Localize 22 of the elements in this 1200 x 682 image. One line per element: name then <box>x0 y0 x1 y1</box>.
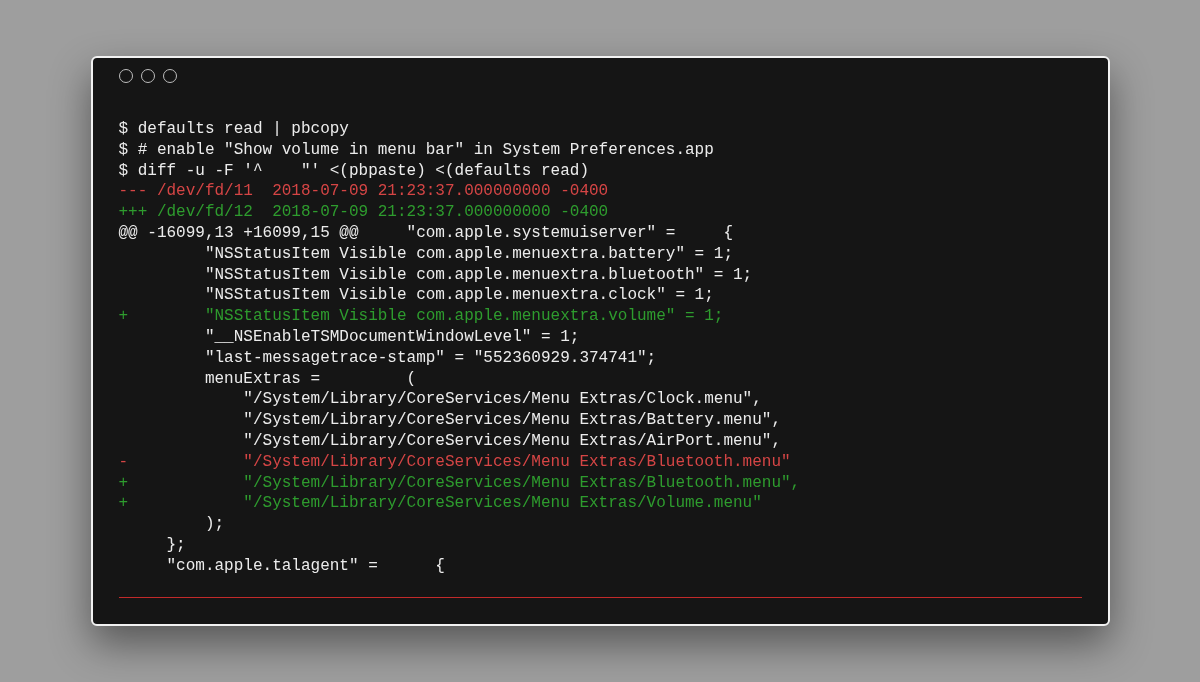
code-line: "/System/Library/CoreServices/Menu Extras/AirPort.menu", <box>242 430 781 452</box>
code-line: "/System/Library/CoreServices/Menu Extras/Clock.menu", <box>242 389 762 411</box>
code-line: menuExtras = ( <box>203 368 417 390</box>
code-line: ); <box>203 514 225 535</box>
added-line: + "NSStatusItem Visible com.apple.menuextra.volume" = 1; <box>118 306 724 327</box>
added-line: + "/System/Library/CoreServices/Menu Extras/Bluetooth.menu", <box>118 472 801 494</box>
code-line: "com.apple.talagent" = { <box>165 555 445 577</box>
command-line: $ # enable "Show volume in menu bar" in System Preferences.app <box>118 139 714 161</box>
added-line: + "/System/Library/CoreServices/Menu Extras/Volume.menu" <box>118 493 762 515</box>
code-line: "NSStatusItem Visible com.apple.menuextra.battery" = 1; <box>203 243 733 265</box>
code-line: "__NSEnableTSMDocumentWindowLevel" = 1; <box>203 326 580 348</box>
code-line: "last-messagetrace-stamp" = "552360929.374741"; <box>203 347 657 369</box>
code-line: "NSStatusItem Visible com.apple.menuextra.bluetooth" = 1; <box>203 264 753 286</box>
removed-line: --- /dev/fd/11 2018-07-09 21:23:37.000000000 -0400 <box>118 181 609 203</box>
code-line: "/System/Library/CoreServices/Menu Extras/Battery.menu", <box>242 410 781 431</box>
code-line: "NSStatusItem Visible com.apple.menuextra.clock" = 1; <box>203 285 714 307</box>
added-line: +++ /dev/fd/12 2018-07-09 21:23:37.000000000 -0400 <box>118 202 609 223</box>
code-line: @@ -16099,13 +16099,15 @@ "com.apple.systemuiserver" = { <box>118 223 733 244</box>
removed-line: - "/System/Library/CoreServices/Menu Extras/Bluetooth.menu" <box>118 451 791 473</box>
command-line: $ diff -u -F '^ "' <(pbpaste) <(defaults read) <box>118 160 589 182</box>
command-line: $ defaults read | pbcopy <box>118 119 349 140</box>
code-line: }; <box>165 534 186 556</box>
